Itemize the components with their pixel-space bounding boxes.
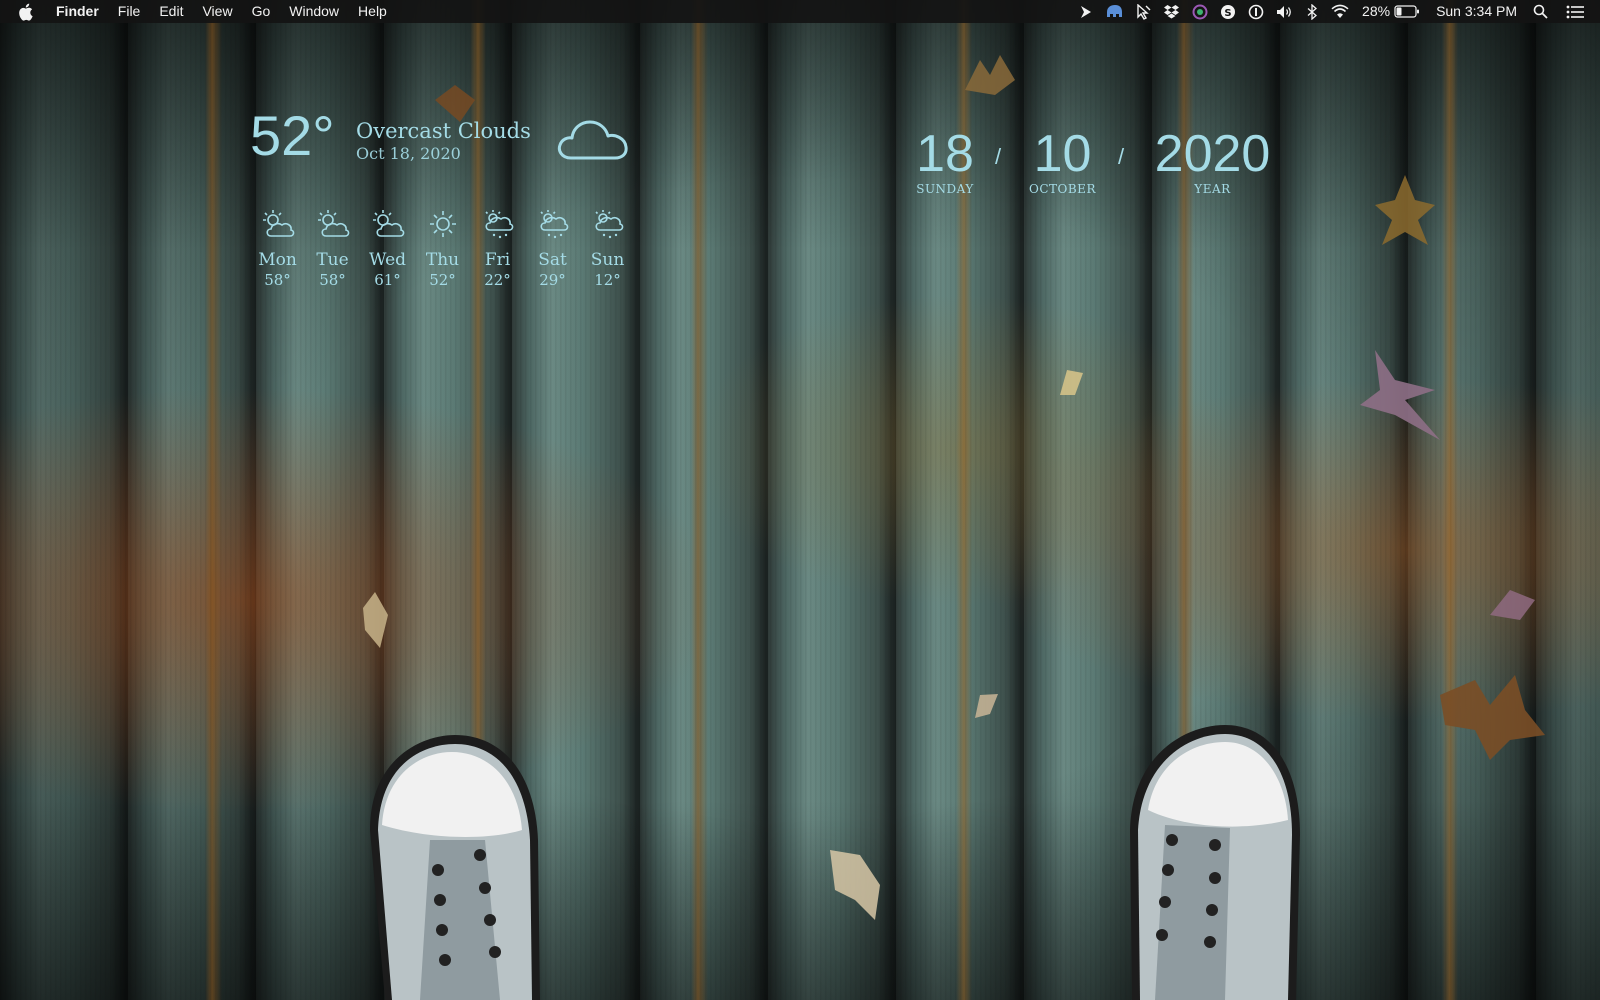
- forecast-day-tue: Tue 58°: [305, 204, 360, 290]
- date-month-group: 10 OCTOBER: [1025, 126, 1100, 196]
- forecast-row: Mon 58° Tue 58° Wed 61° Thu 52° Fri 22° Sat 29° Sun 1…: [250, 204, 635, 290]
- forecast-day-name: Fri: [484, 250, 511, 270]
- skype-icon[interactable]: S: [1220, 0, 1236, 23]
- forecast-day-mon: Mon 58°: [250, 204, 305, 290]
- snow-cloud-icon: [525, 204, 580, 244]
- forecast-day-temperature: 58°: [319, 271, 346, 289]
- menu-help[interactable]: Help: [358, 0, 387, 23]
- snow-cloud-icon: [580, 204, 635, 244]
- forecast-day-fri: Fri 22°: [470, 204, 525, 290]
- date-year-group: 2020 YEAR: [1150, 126, 1275, 196]
- right-sneaker-image: [1130, 725, 1300, 1000]
- forecast-day-temperature: 12°: [594, 271, 621, 289]
- forecast-day-sat: Sat 29°: [525, 204, 580, 290]
- forecast-day-name: Tue: [316, 250, 349, 270]
- menu-edit[interactable]: Edit: [159, 0, 183, 23]
- mouse-pointer-icon[interactable]: [1135, 0, 1151, 23]
- forecast-day-temperature: 61°: [374, 271, 401, 289]
- forecast-day-temperature: 58°: [264, 271, 291, 289]
- forecast-day-thu: Thu 52°: [415, 204, 470, 290]
- menu-file[interactable]: File: [118, 0, 141, 23]
- forecast-day-sun: Sun 12°: [580, 204, 635, 290]
- date-day: 18: [916, 125, 974, 183]
- weather-widget: 52° Overcast Clouds Oct 18, 2020 Mon 58° T…: [250, 104, 650, 304]
- forecast-day-wed: Wed 61°: [360, 204, 415, 290]
- notification-center-icon[interactable]: [1566, 0, 1584, 23]
- menu-go[interactable]: Go: [252, 0, 271, 23]
- snow-cloud-icon: [470, 204, 525, 244]
- menu-bar: Finder File Edit View Go Window Help S 2…: [0, 0, 1600, 23]
- menu-app-name[interactable]: Finder: [56, 0, 99, 23]
- forecast-day-temperature: 52°: [429, 271, 456, 289]
- forecast-day-name: Mon: [258, 250, 297, 270]
- date-month-label: OCTOBER: [1029, 182, 1096, 196]
- leaf-image: [363, 592, 388, 648]
- forecast-day-name: Wed: [368, 250, 407, 270]
- svg-text:S: S: [1224, 8, 1231, 19]
- dropbox-icon[interactable]: [1163, 0, 1180, 23]
- forecast-day-name: Thu: [425, 250, 460, 270]
- date-separator: /: [995, 144, 1002, 169]
- forecast-day-name: Sun: [590, 250, 625, 270]
- date-day-label: SUNDAY: [916, 182, 974, 196]
- bluetooth-icon[interactable]: [1306, 0, 1318, 23]
- forecast-day-name: Sat: [538, 250, 567, 270]
- menu-window[interactable]: Window: [289, 0, 339, 23]
- date-year: 2020: [1154, 125, 1271, 183]
- weather-condition: Overcast Clouds: [356, 119, 531, 143]
- menu-view[interactable]: View: [202, 0, 232, 23]
- partly-cloudy-icon: [360, 204, 415, 244]
- volume-icon[interactable]: [1276, 0, 1294, 23]
- color-picker-icon[interactable]: [1192, 0, 1208, 23]
- partly-cloudy-icon: [305, 204, 360, 244]
- date-year-label: YEAR: [1194, 182, 1231, 196]
- date-widget: 18 SUNDAY / 10 OCTOBER / 2020 YEAR: [915, 126, 1295, 206]
- leaf-image: [1490, 590, 1535, 620]
- menu-bar-clock[interactable]: Sun 3:34 PM: [1436, 0, 1517, 23]
- leaf-image: [1375, 175, 1435, 245]
- wifi-icon[interactable]: [1330, 0, 1350, 23]
- current-temperature: 52°: [250, 104, 335, 167]
- date-month: 10: [1033, 125, 1092, 183]
- left-sneaker-image: [370, 735, 540, 1000]
- battery-icon[interactable]: [1394, 0, 1420, 23]
- battery-fill: [1396, 7, 1402, 16]
- leaf-image: [965, 55, 1015, 95]
- date-separator: /: [1118, 144, 1125, 169]
- apple-menu-icon[interactable]: [18, 3, 34, 21]
- leaf-image: [1060, 370, 1083, 395]
- weather-date: Oct 18, 2020: [356, 144, 461, 163]
- wallpaper-grain-overlay: [0, 0, 1600, 1000]
- partly-cloudy-icon: [250, 204, 305, 244]
- leaf-image: [830, 850, 880, 920]
- spotlight-search-icon[interactable]: [1533, 0, 1548, 23]
- forecast-day-temperature: 22°: [484, 271, 511, 289]
- battery-percent[interactable]: 28%: [1362, 0, 1390, 23]
- one-password-icon[interactable]: [1248, 0, 1264, 23]
- prompt-icon[interactable]: [1079, 0, 1093, 23]
- date-day-group: 18 SUNDAY: [915, 126, 975, 196]
- sun-icon: [415, 204, 470, 244]
- leaf-image: [1360, 350, 1440, 440]
- leaf-image: [1440, 675, 1545, 760]
- cloud-icon: [557, 120, 628, 160]
- menu-bar-left: Finder File Edit View Go Window Help: [18, 0, 406, 23]
- elephant-icon[interactable]: [1105, 0, 1123, 23]
- leaf-image: [975, 694, 998, 718]
- forecast-day-temperature: 29°: [539, 271, 566, 289]
- menu-bar-status-area: S 28% Sun 3:34 PM: [1067, 0, 1584, 23]
